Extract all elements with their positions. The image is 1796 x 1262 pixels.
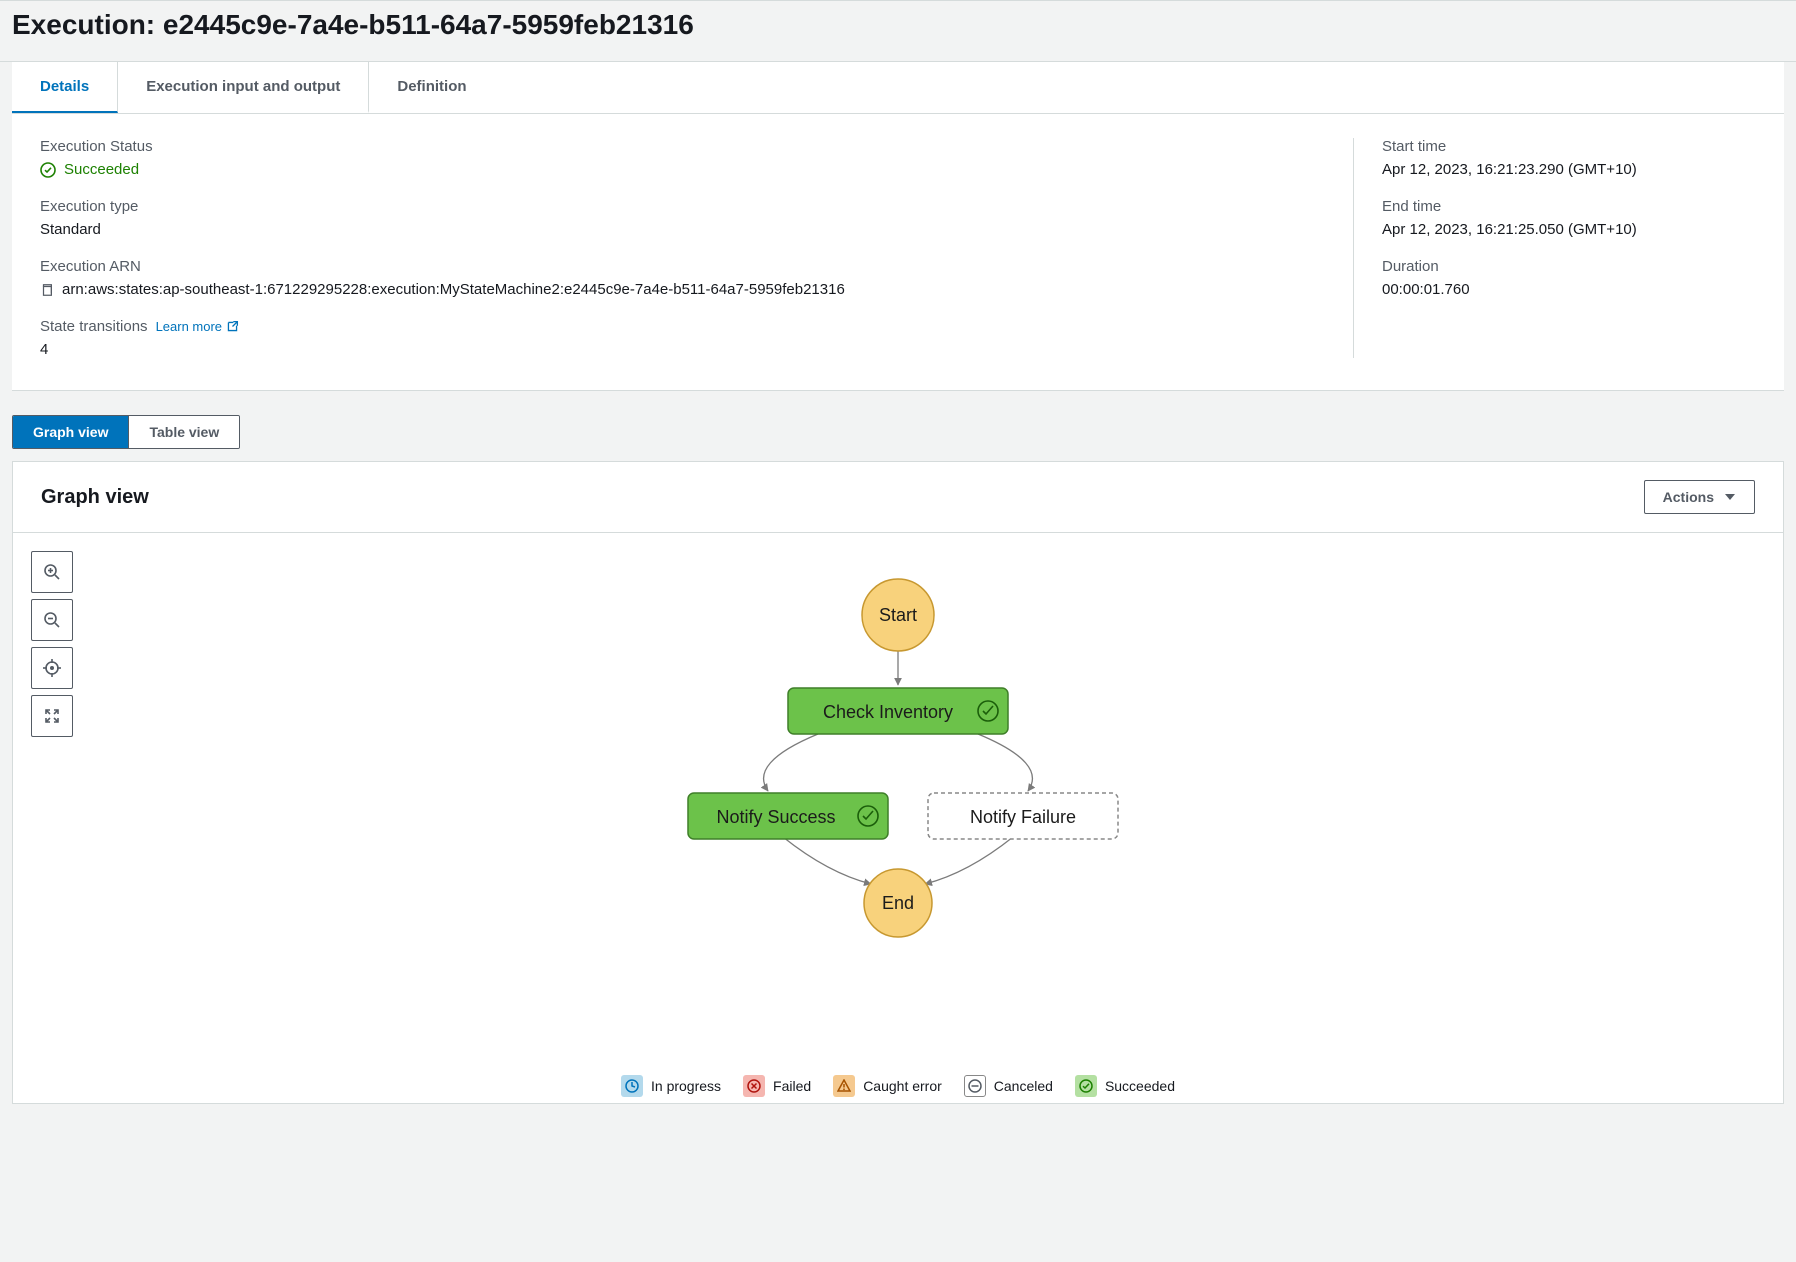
page-title: Execution: e2445c9e-7a4e-b511-64a7-5959f… bbox=[12, 9, 1784, 41]
end-label: End time bbox=[1382, 198, 1756, 215]
duration-value: 00:00:01.760 bbox=[1382, 281, 1756, 298]
type-value: Standard bbox=[40, 221, 1325, 238]
external-link-icon bbox=[226, 320, 239, 333]
graph-view-title: Graph view bbox=[41, 486, 149, 509]
node-notify-success[interactable]: Notify Success bbox=[688, 793, 888, 839]
tab-details[interactable]: Details bbox=[12, 62, 118, 113]
arn-label: Execution ARN bbox=[40, 258, 1325, 275]
warning-icon bbox=[837, 1079, 851, 1093]
legend-canceled: Canceled bbox=[964, 1075, 1053, 1097]
check-circle-icon bbox=[1079, 1079, 1093, 1093]
svg-text:Start: Start bbox=[879, 605, 917, 625]
legend-caught: Caught error bbox=[833, 1075, 942, 1097]
legend-in-progress: In progress bbox=[621, 1075, 721, 1097]
type-label: Execution type bbox=[40, 198, 1325, 215]
tabs-container: Details Execution input and output Defin… bbox=[12, 62, 1784, 114]
svg-text:Notify Success: Notify Success bbox=[716, 807, 835, 827]
status-label: Execution Status bbox=[40, 138, 1325, 155]
svg-text:Notify Failure: Notify Failure bbox=[970, 807, 1076, 827]
tab-definition[interactable]: Definition bbox=[369, 62, 494, 113]
graph-legend: In progress Failed Caught error bbox=[621, 1075, 1175, 1097]
expand-icon bbox=[44, 708, 60, 724]
node-end[interactable]: End bbox=[864, 869, 932, 937]
zoom-out-button[interactable] bbox=[31, 599, 73, 641]
learn-more-link[interactable]: Learn more bbox=[156, 319, 239, 334]
page-header: Execution: e2445c9e-7a4e-b511-64a7-5959f… bbox=[0, 0, 1796, 62]
caret-down-icon bbox=[1724, 491, 1736, 503]
legend-failed: Failed bbox=[743, 1075, 811, 1097]
zoom-in-button[interactable] bbox=[31, 551, 73, 593]
check-circle-icon bbox=[40, 162, 56, 178]
node-check-inventory[interactable]: Check Inventory bbox=[788, 688, 1008, 734]
minus-circle-icon bbox=[968, 1079, 982, 1093]
center-button[interactable] bbox=[31, 647, 73, 689]
copy-icon[interactable] bbox=[40, 283, 54, 297]
table-view-button[interactable]: Table view bbox=[128, 416, 239, 448]
actions-button[interactable]: Actions bbox=[1644, 480, 1755, 514]
node-notify-failure[interactable]: Notify Failure bbox=[928, 793, 1118, 839]
transitions-value: 4 bbox=[40, 341, 1325, 358]
arn-value: arn:aws:states:ap-southeast-1:6712292952… bbox=[62, 281, 845, 298]
graph-container: Graph view Actions bbox=[12, 461, 1784, 1104]
x-circle-icon bbox=[747, 1079, 761, 1093]
end-value: Apr 12, 2023, 16:21:25.050 (GMT+10) bbox=[1382, 221, 1756, 238]
zoom-in-icon bbox=[43, 563, 61, 581]
tab-io[interactable]: Execution input and output bbox=[118, 62, 369, 113]
graph-view-button[interactable]: Graph view bbox=[13, 416, 128, 448]
transitions-label: State transitions bbox=[40, 318, 148, 335]
crosshair-icon bbox=[43, 659, 61, 677]
clock-icon bbox=[625, 1079, 639, 1093]
start-label: Start time bbox=[1382, 138, 1756, 155]
status-value: Succeeded bbox=[64, 161, 139, 178]
start-value: Apr 12, 2023, 16:21:23.290 (GMT+10) bbox=[1382, 161, 1756, 178]
zoom-out-icon bbox=[43, 611, 61, 629]
fullscreen-button[interactable] bbox=[31, 695, 73, 737]
view-toggle: Graph view Table view bbox=[12, 415, 240, 449]
svg-text:Check Inventory: Check Inventory bbox=[823, 702, 953, 722]
svg-text:End: End bbox=[882, 893, 914, 913]
legend-succeeded: Succeeded bbox=[1075, 1075, 1175, 1097]
duration-label: Duration bbox=[1382, 258, 1756, 275]
state-machine-graph[interactable]: Start Check Inventory Notify Success bbox=[648, 573, 1148, 956]
node-start[interactable]: Start bbox=[862, 579, 934, 651]
details-panel: Execution Status Succeeded Execution typ… bbox=[12, 114, 1784, 391]
